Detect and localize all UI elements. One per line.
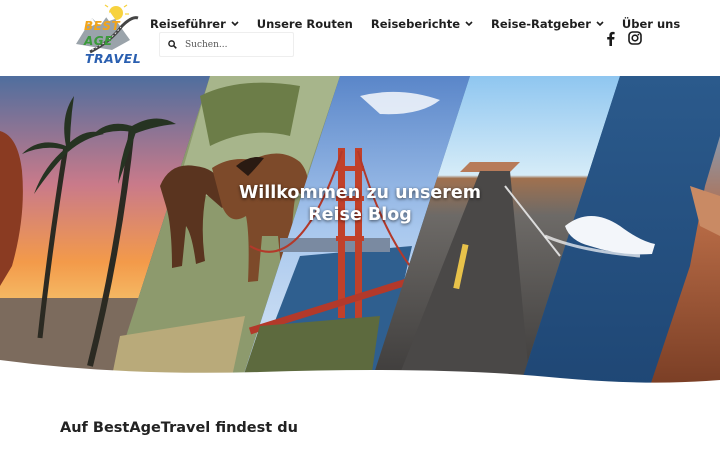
hero-title-line-2: Reise Blog — [308, 205, 412, 225]
site-header: BEST AGE TRAVEL Reiseführer Unsere Route… — [0, 0, 720, 76]
search-input[interactable] — [185, 39, 285, 50]
nav-item-label: Reiseführer — [150, 17, 226, 31]
nav-item-reisefuehrer[interactable]: Reiseführer — [150, 17, 239, 31]
hero-banner: Willkommen zu unserem Reise Blog — [0, 76, 720, 386]
nav-item-label: Reiseberichte — [370, 17, 461, 31]
logo-text-age: AGE — [84, 34, 113, 48]
site-logo[interactable]: BEST AGE TRAVEL — [72, 4, 142, 70]
nav-item-reiseberichte[interactable]: Reiseberichte — [371, 17, 473, 31]
nav-item-unsere-routen[interactable]: Unsere Routen — [257, 17, 353, 31]
intro-heading: Auf BestAgeTravel findest du — [60, 420, 298, 436]
hero-title: Willkommen zu unserem Reise Blog — [210, 182, 510, 226]
chevron-down-icon — [231, 21, 239, 27]
nav-item-reise-ratgeber[interactable]: Reise-Ratgeber — [491, 17, 604, 31]
hero-title-line-1: Willkommen zu unserem — [238, 183, 482, 203]
hero-collage-image — [0, 76, 720, 386]
search-box — [159, 32, 294, 57]
logo-text-best: BEST — [84, 19, 121, 33]
search-icon[interactable] — [168, 40, 177, 49]
facebook-icon[interactable] — [601, 29, 619, 47]
logo-text-travel: TRAVEL — [85, 51, 142, 66]
chevron-down-icon — [465, 21, 473, 27]
chevron-down-icon — [596, 21, 604, 27]
instagram-icon[interactable] — [626, 29, 644, 47]
nav-item-label: Reise-Ratgeber — [491, 17, 591, 31]
nav-item-label: Unsere Routen — [256, 17, 353, 31]
